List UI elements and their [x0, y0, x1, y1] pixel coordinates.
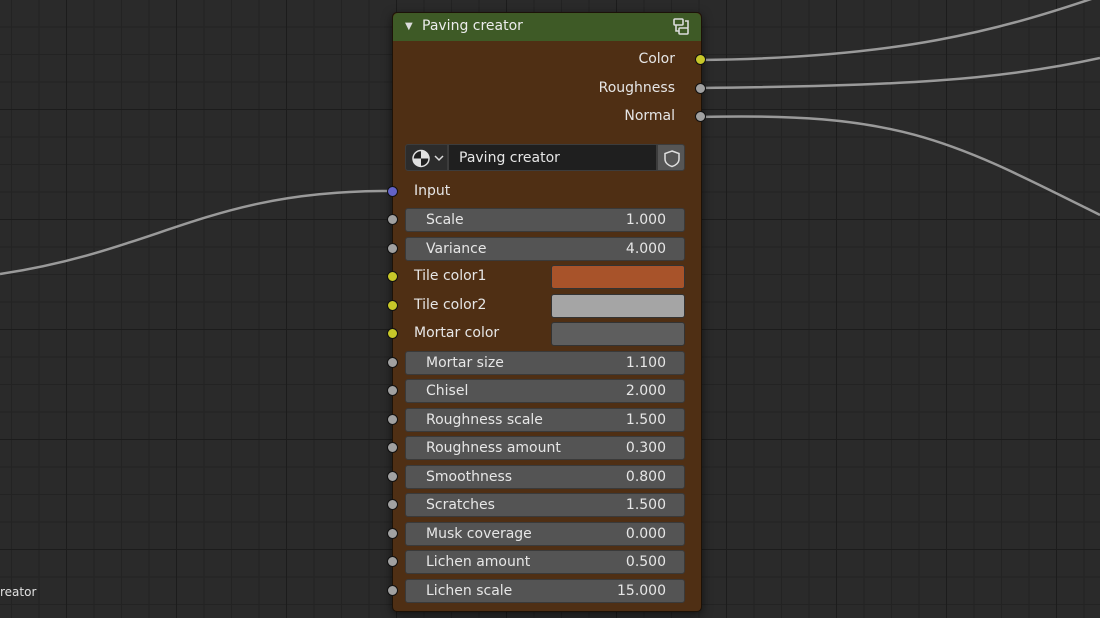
color-swatch[interactable] [551, 322, 685, 346]
number-field[interactable]: Variance 4.000 [405, 237, 685, 261]
number-field[interactable]: Scale 1.000 [405, 208, 685, 232]
link-input[interactable] [0, 189, 392, 276]
output-socket-row: Normal [393, 105, 706, 129]
field-value: 2.000 [625, 383, 666, 399]
input-socket[interactable] [387, 328, 398, 339]
number-field[interactable]: Musk coverage 0.000 [405, 522, 685, 546]
color-swatch[interactable] [551, 294, 685, 318]
input-row: Scratches 1.500 [387, 493, 701, 517]
field-label: Roughness scale [426, 412, 543, 428]
node-tree-type-button[interactable] [405, 144, 448, 171]
input-socket[interactable] [387, 442, 398, 453]
number-field[interactable]: Chisel 2.000 [405, 379, 685, 403]
field-label: Chisel [426, 383, 469, 399]
input-socket[interactable] [387, 214, 398, 225]
link-normal-output[interactable] [699, 115, 1100, 217]
frame-label: reator [0, 585, 37, 599]
output-socket-row: Color [393, 48, 706, 72]
input-row: Tile color2 [387, 294, 701, 318]
number-field[interactable]: Lichen scale 15.000 [405, 579, 685, 603]
input-row: Lichen amount 0.500 [387, 550, 701, 574]
chevron-down-icon [434, 155, 444, 162]
input-socket[interactable] [387, 414, 398, 425]
number-field[interactable]: Lichen amount 0.500 [405, 550, 685, 574]
input-socket-row: Input [387, 180, 701, 204]
number-field[interactable]: Smoothness 0.800 [405, 465, 685, 489]
field-value: 4.000 [625, 241, 666, 257]
field-value: 1.100 [625, 355, 666, 371]
field-value: 0.000 [625, 526, 666, 542]
input-socket[interactable] [387, 471, 398, 482]
field-value: 0.800 [625, 469, 666, 485]
node-title: Paving creator [422, 18, 523, 34]
output-socket[interactable] [695, 54, 706, 65]
input-socket[interactable] [387, 357, 398, 368]
field-value: 0.300 [625, 440, 666, 456]
field-label: Lichen scale [426, 583, 513, 599]
output-label: Normal [624, 108, 675, 124]
field-value: 0.500 [625, 554, 666, 570]
input-row: Tile color1 [387, 265, 701, 289]
field-value: 1.000 [625, 212, 666, 228]
field-label: Scale [426, 212, 464, 228]
paving-creator-node[interactable]: ▼ Paving creator Paving creator Color Ro… [387, 12, 706, 612]
input-socket[interactable] [387, 385, 398, 396]
color-input-label: Tile color2 [414, 297, 487, 313]
input-row: Lichen scale 15.000 [387, 579, 701, 603]
color-swatch[interactable] [551, 265, 685, 289]
node-group-selector[interactable]: Paving creator [405, 144, 685, 171]
input-row: Smoothness 0.800 [387, 465, 701, 489]
field-label: Musk coverage [426, 526, 532, 542]
input-socket[interactable] [387, 528, 398, 539]
input-row: Chisel 2.000 [387, 379, 701, 403]
input-socket[interactable] [387, 271, 398, 282]
input-row: Musk coverage 0.000 [387, 522, 701, 546]
input-row: Roughness scale 1.500 [387, 408, 701, 432]
input-socket[interactable] [387, 556, 398, 567]
field-value: 15.000 [617, 583, 666, 599]
field-label: Roughness amount [426, 440, 561, 456]
input-socket[interactable] [387, 300, 398, 311]
node-group-name: Paving creator [459, 150, 560, 166]
input-row: Mortar color [387, 322, 701, 346]
fake-user-button[interactable] [657, 144, 685, 171]
color-input-label: Tile color1 [414, 268, 487, 284]
field-label: Variance [426, 241, 487, 257]
field-value: 1.500 [625, 497, 666, 513]
field-label: Mortar size [426, 355, 504, 371]
number-field[interactable]: Roughness amount 0.300 [405, 436, 685, 460]
color-input-label: Mortar color [414, 325, 500, 341]
node-group-name-field[interactable]: Paving creator [448, 144, 657, 171]
collapse-arrow-icon[interactable]: ▼ [405, 21, 413, 32]
output-socket[interactable] [695, 111, 706, 122]
output-socket-row: Roughness [393, 77, 706, 101]
field-label: Lichen amount [426, 554, 531, 570]
shield-icon [664, 150, 680, 168]
input-row: Roughness amount 0.300 [387, 436, 701, 460]
input-label: Input [414, 183, 451, 199]
input-socket[interactable] [387, 243, 398, 254]
link-roughness-output[interactable] [699, 56, 1100, 90]
number-field[interactable]: Mortar size 1.100 [405, 351, 685, 375]
input-row: Mortar size 1.100 [387, 351, 701, 375]
field-label: Smoothness [426, 469, 513, 485]
output-label: Color [638, 51, 675, 67]
field-label: Scratches [426, 497, 495, 513]
input-socket[interactable] [387, 186, 398, 197]
node-group-icon[interactable] [671, 17, 691, 37]
input-row: Scale 1.000 [387, 208, 701, 232]
input-socket[interactable] [387, 499, 398, 510]
input-row: Variance 4.000 [387, 237, 701, 261]
field-value: 1.500 [625, 412, 666, 428]
number-field[interactable]: Roughness scale 1.500 [405, 408, 685, 432]
number-field[interactable]: Scratches 1.500 [405, 493, 685, 517]
node-header[interactable]: ▼ Paving creator [393, 13, 701, 41]
input-socket[interactable] [387, 585, 398, 596]
output-socket[interactable] [695, 83, 706, 94]
link-color-output[interactable] [699, 0, 1100, 62]
output-label: Roughness [598, 80, 675, 96]
